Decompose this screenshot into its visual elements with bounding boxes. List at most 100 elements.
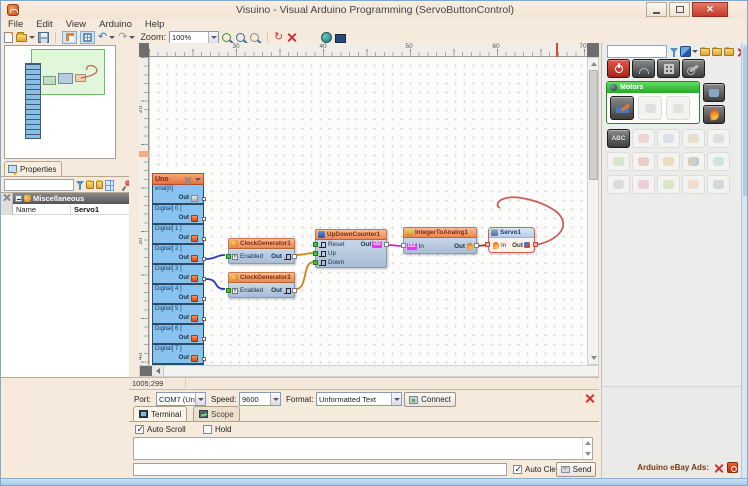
format-dropdown-button[interactable] <box>391 393 401 405</box>
terminal-scrollbar[interactable] <box>582 438 592 459</box>
format-select[interactable]: Unformatted Text <box>316 392 402 406</box>
properties-category-header[interactable]: Miscellaneous <box>13 193 129 204</box>
open-project-button[interactable] <box>16 31 35 43</box>
folder-icon[interactable] <box>86 181 94 189</box>
folder-icon[interactable] <box>96 181 104 189</box>
pin-connector[interactable] <box>202 337 206 341</box>
palette-search-input[interactable] <box>607 45 667 58</box>
input-pin-connector[interactable] <box>313 251 318 256</box>
motors-category-panel[interactable]: Motors <box>606 81 700 124</box>
component-clockgenerator2[interactable]: ClockGenerator2 nEnabled Out <box>228 272 295 298</box>
output-pin-connector[interactable] <box>292 288 297 293</box>
new-project-button[interactable] <box>4 31 13 43</box>
menu-file[interactable]: File <box>8 19 23 30</box>
zoom-out-button[interactable] <box>236 31 247 43</box>
title-bar[interactable]: Visuino - Visual Arduino Programming (Se… <box>1 1 748 19</box>
pin-connector[interactable] <box>202 297 206 301</box>
component-integertoanalog1[interactable]: IntegerToAnalog1 I32In Out <box>403 227 477 254</box>
palette-view-button[interactable] <box>680 46 698 57</box>
ad-app-icon[interactable] <box>727 462 738 473</box>
tab-terminal[interactable]: Terminal <box>133 406 187 421</box>
auto-clear-checkbox[interactable] <box>513 465 522 474</box>
board-pin-section[interactable]: Digital[ 3 ] Out <box>152 265 204 285</box>
chevron-down-icon[interactable] <box>195 178 201 181</box>
wire-digital3-clockgen2[interactable] <box>206 279 225 289</box>
zoom-in-button[interactable] <box>222 31 233 43</box>
board-pin-section[interactable]: Digital[ 6 ] Out <box>152 325 204 345</box>
auto-scroll-option[interactable]: Auto Scroll <box>135 425 186 434</box>
input-pin-connector[interactable] <box>313 242 318 247</box>
minimize-button[interactable] <box>646 2 667 17</box>
board-select-button[interactable] <box>335 31 346 43</box>
category-tools-tile[interactable] <box>682 59 705 78</box>
pin-connector[interactable] <box>202 257 206 261</box>
menu-arduino[interactable]: Arduino <box>99 19 132 30</box>
board-pin-section[interactable]: Digital[ 2 ] Out <box>152 245 204 265</box>
tab-scope[interactable]: Scope <box>193 406 240 421</box>
category-pump-tile[interactable] <box>703 83 725 102</box>
board-pin-section[interactable]: Digital[ 4 ] Out <box>152 285 204 305</box>
category-heat-tile[interactable] <box>703 105 725 124</box>
category-signal-tile[interactable] <box>632 59 655 78</box>
output-pin-connector[interactable] <box>474 243 479 248</box>
menu-help[interactable]: Help <box>145 19 165 30</box>
tools-icon[interactable] <box>183 176 192 185</box>
property-row-name[interactable]: Name Servo1 <box>13 204 129 215</box>
tab-properties[interactable]: Properties <box>4 161 62 176</box>
pin-connector[interactable] <box>202 217 206 221</box>
input-pin-connector[interactable] <box>313 260 318 265</box>
close-button[interactable]: ✕ <box>692 2 728 17</box>
auto-scroll-checkbox[interactable] <box>135 425 144 434</box>
category-view-icon[interactable] <box>105 180 113 191</box>
arduino-board-component[interactable]: Uno erial[0] Out Digital[ 0 ] Out Digita… <box>152 173 204 365</box>
category-text-tile[interactable]: ABC <box>607 129 630 148</box>
snap-toggle-button[interactable] <box>62 31 77 44</box>
wire-counter-integertoanalog[interactable] <box>388 245 401 246</box>
filter-funnel-icon[interactable] <box>670 48 678 53</box>
pin-connector[interactable] <box>202 197 206 201</box>
board-pin-section[interactable]: Digital[ 7 ] Out <box>152 345 204 365</box>
scrollbar-thumb[interactable] <box>589 70 598 180</box>
component-clockgenerator1[interactable]: ClockGenerator1 nEnabled Out <box>228 238 295 264</box>
servo-component-tile[interactable] <box>610 96 634 120</box>
palette-scrollbar[interactable] <box>741 43 748 478</box>
scroll-left-button[interactable] <box>152 366 164 376</box>
board-pin-section[interactable]: Digital[ 1 ] Out <box>152 225 204 245</box>
design-canvas[interactable]: Uno erial[0] Out Digital[ 0 ] Out Digita… <box>149 57 587 365</box>
tools-x-icon[interactable] <box>713 463 723 473</box>
board-pin-section[interactable]: erial[0] Out <box>152 185 204 205</box>
speed-select[interactable]: 9600 <box>239 392 281 406</box>
red-x-icon[interactable] <box>584 393 595 404</box>
undo-button[interactable]: ↶ <box>98 31 115 43</box>
grid-toggle-button[interactable] <box>80 31 95 44</box>
web-link-button[interactable] <box>321 31 332 43</box>
component-updowncounter1[interactable]: UpDownCounter1 Reset Up Down Out I32 <box>315 229 387 268</box>
motors-header[interactable]: Motors <box>607 82 699 93</box>
scroll-down-icon[interactable] <box>585 452 591 456</box>
zoom-select[interactable]: 100% <box>169 31 219 44</box>
folder-icon[interactable] <box>724 48 734 56</box>
pin-connector[interactable] <box>202 357 206 361</box>
redo-button[interactable]: ↷ <box>118 31 135 43</box>
category-power-tile[interactable] <box>607 59 630 78</box>
folder-icon[interactable] <box>700 48 710 56</box>
wire-digital2-clockgen1[interactable] <box>206 255 225 259</box>
hold-option[interactable]: Hold <box>203 425 231 434</box>
canvas-vertical-scrollbar[interactable] <box>587 57 599 365</box>
port-dropdown-button[interactable] <box>195 393 205 405</box>
build-upload-button[interactable]: ↻ <box>274 31 283 43</box>
input-pin-connector[interactable] <box>226 288 231 293</box>
category-matrix-tile[interactable] <box>657 59 680 78</box>
properties-filter-input[interactable] <box>4 179 74 191</box>
output-pin-connector[interactable] <box>384 242 389 247</box>
delete-button[interactable] <box>286 31 297 43</box>
save-project-button[interactable] <box>38 31 49 43</box>
collapse-icon[interactable] <box>15 195 22 202</box>
output-pin-connector[interactable] <box>533 242 538 247</box>
speed-dropdown-button[interactable] <box>270 393 280 405</box>
input-pin-connector[interactable] <box>226 254 231 259</box>
panel-splitter[interactable] <box>129 43 139 377</box>
filter-funnel-icon[interactable] <box>76 181 84 186</box>
zoom-dropdown-button[interactable] <box>208 32 218 43</box>
canvas-horizontal-scrollbar[interactable] <box>139 365 599 377</box>
